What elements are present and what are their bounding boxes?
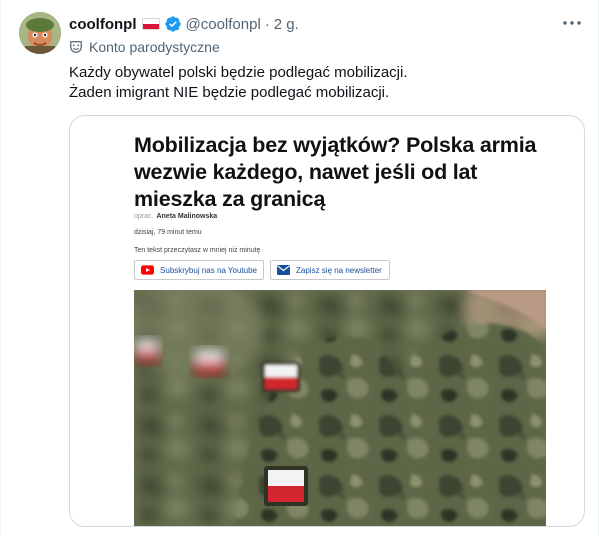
flag-patch-1	[264, 466, 308, 506]
verified-badge-icon[interactable]	[164, 15, 182, 33]
youtube-button-label: Subskrybuj nas na Youtube	[160, 265, 257, 275]
youtube-subscribe-button: Subskrybuj nas na Youtube	[134, 260, 264, 280]
ellipsis-icon	[563, 21, 581, 25]
tweet-text: Każdy obywatel polski będzie podlegać mo…	[69, 63, 569, 103]
byline-prefix: oprac.	[134, 213, 154, 220]
parody-label-text: Konto parodystyczne	[89, 39, 220, 55]
parody-account-label: Konto parodystyczne	[69, 38, 220, 56]
article-screenshot-card[interactable]: Mobilizacja bez wyjątków? Polska armia w…	[69, 115, 585, 527]
avatar[interactable]	[19, 12, 61, 54]
article-author: Aneta Malinowska	[156, 213, 218, 220]
flag-patch-4	[134, 338, 160, 364]
avatar-image	[19, 12, 61, 54]
more-options-icon[interactable]	[560, 13, 584, 33]
youtube-icon	[141, 265, 155, 275]
tweet-text-line: Żaden imigrant NIE będzie podlegać mobil…	[69, 84, 390, 101]
theater-mask-icon	[70, 41, 82, 53]
article-title: Mobilizacja bez wyjątków? Polska armia w…	[134, 133, 537, 211]
poland-flag-icon	[141, 18, 160, 30]
envelope-icon	[277, 265, 290, 275]
separator-dot: ·	[264, 15, 270, 33]
tweet-text-line: Każdy obywatel polski będzie podlegać mo…	[69, 64, 408, 81]
article-date: dzisiaj, 79 minut temu	[134, 229, 202, 236]
newsletter-button: Zapisz się na newsletter	[270, 260, 390, 280]
article-byline: oprac. Aneta Malinowska	[134, 213, 217, 220]
article-read-time: Ten tekst przeczytasz w mniej niż minutę	[134, 247, 261, 254]
display-name[interactable]: coolfonpl	[69, 16, 137, 33]
photo-illustration	[134, 290, 546, 526]
soldiers-camouflage-photo	[134, 290, 546, 526]
newsletter-button-label: Zapisz się na newsletter	[296, 265, 382, 275]
tweet-header: coolfonpl @coolfonpl · 2 g.	[69, 14, 299, 34]
post-time[interactable]: 2 g.	[274, 16, 299, 33]
flag-patch-2	[262, 362, 300, 392]
flag-patch-3	[192, 348, 226, 376]
tweet: coolfonpl @coolfonpl · 2 g. Konto parody…	[0, 0, 599, 536]
user-handle[interactable]: @coolfonpl	[186, 16, 261, 33]
